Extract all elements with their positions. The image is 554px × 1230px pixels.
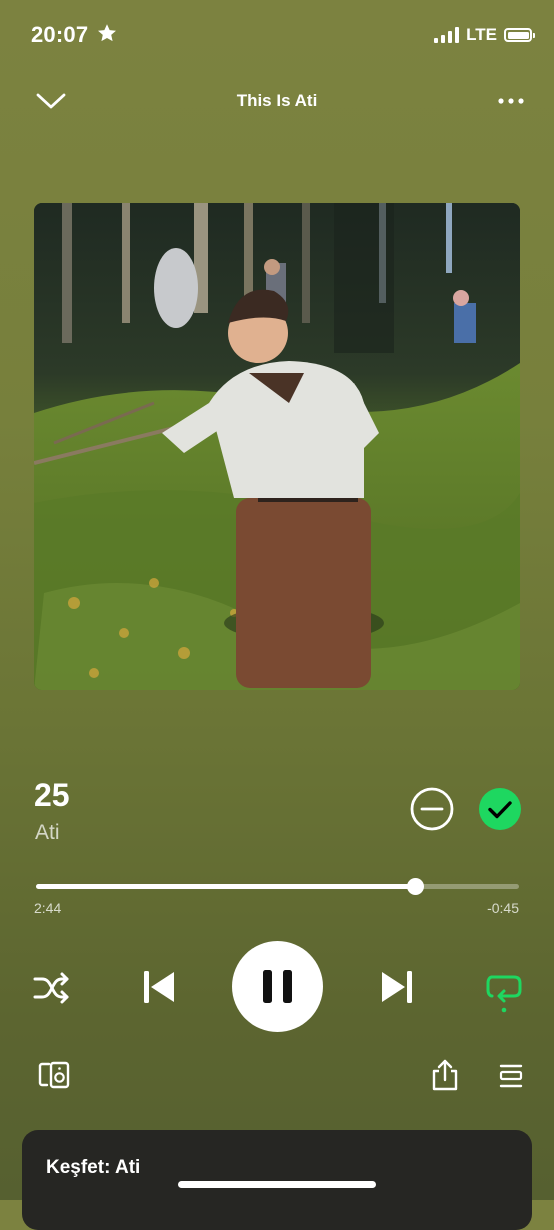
skip-next-icon[interactable] <box>378 968 416 1006</box>
share-icon[interactable] <box>430 1058 460 1092</box>
star-icon <box>98 24 116 42</box>
more-icon[interactable] <box>498 98 524 104</box>
remaining-time: -0:45 <box>487 900 519 916</box>
progress-fill <box>36 884 415 889</box>
discover-card[interactable]: Keşfet: Ati <box>22 1130 532 1230</box>
battery-icon <box>504 28 535 42</box>
pause-icon <box>263 970 292 1003</box>
skip-previous-icon[interactable] <box>140 968 178 1006</box>
track-artist[interactable]: Ati <box>35 821 60 845</box>
elapsed-time: 2:44 <box>34 900 62 916</box>
home-indicator[interactable] <box>178 1181 376 1188</box>
network-type: LTE <box>466 25 497 44</box>
remove-icon[interactable] <box>409 786 455 832</box>
status-time: 20:07 <box>31 22 89 47</box>
discover-card-title: Keşfet: Ati <box>46 1157 141 1178</box>
track-title: 25 <box>34 777 70 813</box>
check-icon[interactable] <box>477 786 523 832</box>
devices-icon[interactable] <box>38 1060 70 1090</box>
queue-icon[interactable] <box>498 1062 524 1090</box>
progress-knob[interactable] <box>406 878 424 895</box>
album-artwork <box>34 203 520 690</box>
status-indicators: LTE <box>433 25 535 45</box>
signal-icon <box>433 27 460 43</box>
shuffle-icon[interactable] <box>33 970 71 1006</box>
repeat-icon[interactable] <box>484 968 524 1014</box>
progress-bar[interactable] <box>36 878 519 895</box>
playlist-title: This Is Ati <box>236 91 318 110</box>
play-pause-button[interactable] <box>232 941 323 1032</box>
